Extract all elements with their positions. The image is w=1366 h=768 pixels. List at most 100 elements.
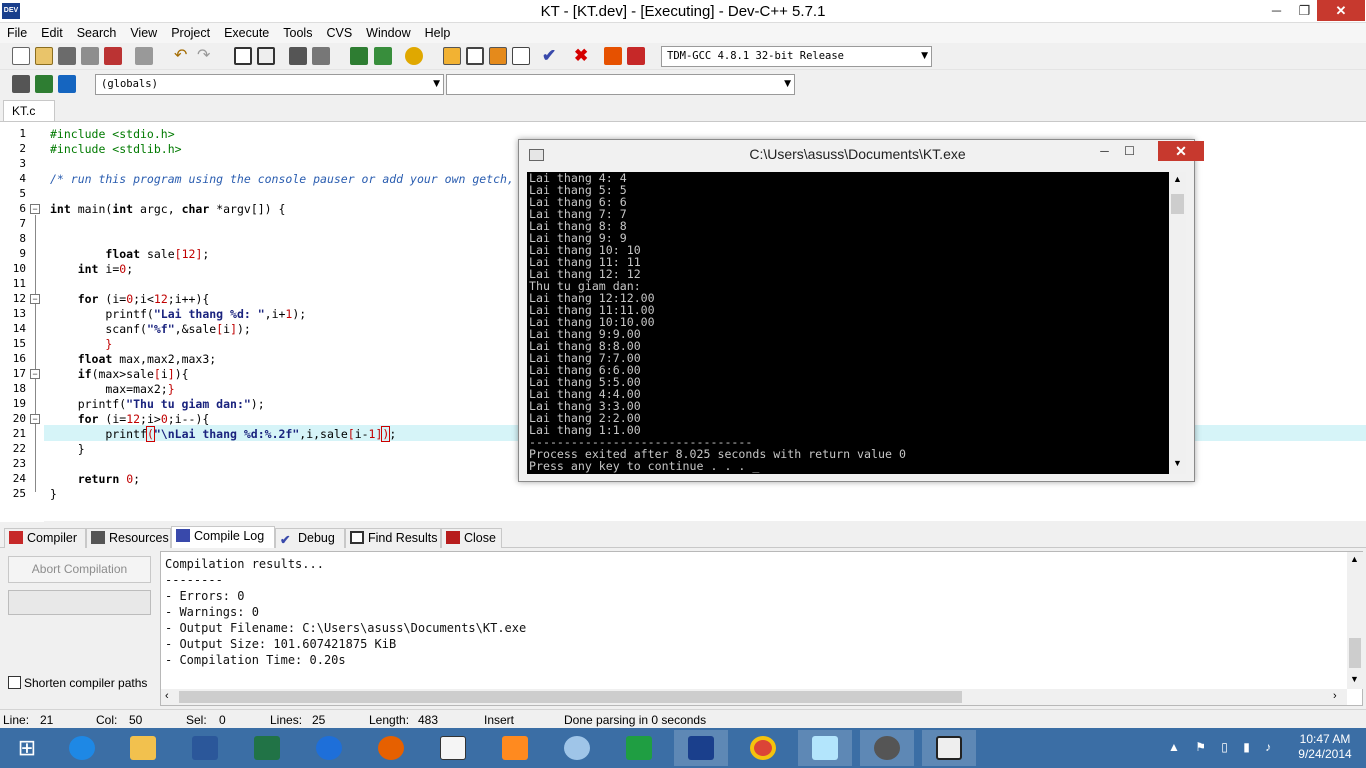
console-close-button[interactable]: ✕: [1158, 141, 1204, 161]
code-line[interactable]: #include <stdlib.h>: [50, 142, 182, 156]
tab-find-results[interactable]: Find Results: [345, 528, 441, 548]
log-scroll-thumb[interactable]: [1349, 638, 1361, 668]
close-button[interactable]: ✕: [1317, 0, 1365, 21]
taskbar-devcpp[interactable]: [674, 730, 728, 766]
menu-tools[interactable]: Tools: [276, 23, 319, 43]
compile-run-icon[interactable]: [489, 47, 507, 65]
remove-from-project-icon[interactable]: [374, 47, 392, 65]
clock[interactable]: 10:47 AM 9/24/2014: [1288, 732, 1362, 762]
start-button[interactable]: ⊞: [0, 730, 54, 766]
profile-icon[interactable]: [604, 47, 622, 65]
indent-icon[interactable]: [289, 47, 307, 65]
open-file-icon[interactable]: [35, 47, 53, 65]
code-line[interactable]: float max,max2,max3;: [50, 352, 216, 366]
find-icon[interactable]: [234, 47, 252, 65]
taskbar-app-blue[interactable]: [302, 730, 356, 766]
code-line[interactable]: float sale[12];: [50, 247, 209, 261]
menu-cvs[interactable]: CVS: [319, 23, 359, 43]
taskbar-app-note[interactable]: [798, 730, 852, 766]
undo-icon[interactable]: ↶: [174, 47, 192, 65]
taskbar-firefox[interactable]: [364, 730, 418, 766]
system-tray[interactable]: ▲ ⚑ ▯ ▮ ♪: [1168, 740, 1277, 754]
taskbar-steam[interactable]: [860, 730, 914, 766]
taskbar-word[interactable]: [178, 730, 232, 766]
code-line[interactable]: #include <stdio.h>: [50, 127, 175, 141]
code-line[interactable]: }: [50, 487, 57, 501]
code-line[interactable]: return 0;: [50, 472, 140, 486]
checkbox-box[interactable]: [8, 676, 21, 689]
console-maximize-button[interactable]: ☐: [1115, 140, 1144, 162]
close-file-icon[interactable]: [104, 47, 122, 65]
console-scrollbar[interactable]: ▲ ▼: [1169, 172, 1186, 474]
console-output[interactable]: Lai thang 4: 4 Lai thang 5: 5 Lai thang …: [527, 172, 1169, 474]
menu-project[interactable]: Project: [164, 23, 217, 43]
taskbar-store[interactable]: [612, 730, 666, 766]
scope-select[interactable]: (globals) ▼: [95, 74, 444, 95]
compile-icon[interactable]: [443, 47, 461, 65]
save-icon[interactable]: [58, 47, 76, 65]
taskbar-chrome[interactable]: [736, 730, 790, 766]
menu-execute[interactable]: Execute: [217, 23, 276, 43]
taskbar-app-doc[interactable]: [426, 730, 480, 766]
taskbar-ie[interactable]: [55, 730, 109, 766]
log-hscroll-thumb[interactable]: [179, 691, 962, 703]
unindent-icon[interactable]: [312, 47, 330, 65]
rebuild-icon[interactable]: [512, 47, 530, 65]
menu-edit[interactable]: Edit: [34, 23, 70, 43]
taskbar-paint[interactable]: [550, 730, 604, 766]
code-line[interactable]: }: [50, 442, 85, 456]
taskbar-console[interactable]: [922, 730, 976, 766]
code-line[interactable]: printf("\nLai thang %d:%.2f",i,sale[i-1]…: [50, 426, 396, 442]
syntax-check-icon[interactable]: ✔: [542, 47, 560, 65]
tab-close[interactable]: Close: [441, 528, 502, 548]
compiler-select[interactable]: TDM-GCC 4.8.1 32-bit Release ▼: [661, 46, 932, 67]
chevron-up-icon[interactable]: ▲: [1173, 174, 1182, 184]
tab-kt-c[interactable]: KT.c: [3, 100, 55, 121]
minimize-button[interactable]: ─: [1262, 0, 1291, 21]
compile-log-output[interactable]: Compilation results... -------- - Errors…: [160, 551, 1363, 706]
redo-icon[interactable]: ↷: [197, 47, 215, 65]
code-line[interactable]: for (i=12;i>0;i--){: [50, 412, 210, 426]
tab-compiler[interactable]: Compiler: [4, 528, 86, 548]
chevron-left-icon[interactable]: ‹: [165, 690, 169, 702]
shorten-paths-checkbox[interactable]: Shorten compiler paths: [8, 676, 147, 690]
console-window[interactable]: C:\Users\asuss\Documents\KT.exe ─ ☐ ✕ La…: [518, 139, 1204, 482]
log-horizontal-scrollbar[interactable]: ‹ ›: [161, 689, 1347, 705]
fold-toggle-icon[interactable]: −: [30, 414, 40, 424]
code-line[interactable]: printf("Lai thang %d: ",i+1);: [50, 307, 306, 321]
print-icon[interactable]: [135, 47, 153, 65]
code-line[interactable]: for (i=0;i<12;i++){: [50, 292, 210, 306]
toggle-bookmark-icon[interactable]: [35, 75, 53, 93]
new-file-icon[interactable]: [12, 47, 30, 65]
run-icon[interactable]: [466, 47, 484, 65]
code-line[interactable]: /* run this program using the console pa…: [50, 172, 514, 186]
tab-resources[interactable]: Resources: [86, 528, 171, 548]
chevron-up-icon[interactable]: ▲: [1350, 554, 1359, 564]
tab-compile-log[interactable]: Compile Log: [171, 526, 275, 548]
code-line[interactable]: int i=0;: [50, 262, 133, 276]
fold-toggle-icon[interactable]: −: [30, 204, 40, 214]
menu-view[interactable]: View: [123, 23, 164, 43]
chevron-down-icon[interactable]: ▼: [1350, 674, 1359, 684]
code-line[interactable]: }: [50, 337, 112, 351]
chevron-right-icon[interactable]: ›: [1333, 690, 1337, 702]
taskbar-excel[interactable]: [240, 730, 294, 766]
add-to-project-icon[interactable]: [350, 47, 368, 65]
taskbar-explorer[interactable]: [116, 730, 170, 766]
fold-toggle-icon[interactable]: −: [30, 369, 40, 379]
menu-file[interactable]: File: [0, 23, 34, 43]
menu-help[interactable]: Help: [418, 23, 458, 43]
save-all-icon[interactable]: [81, 47, 99, 65]
maximize-button[interactable]: ❐: [1290, 0, 1319, 21]
abort-compilation-button[interactable]: Abort Compilation: [8, 556, 151, 583]
menu-search[interactable]: Search: [70, 23, 124, 43]
stop-execution-icon[interactable]: ✖: [574, 47, 592, 65]
code-line[interactable]: int main(int argc, char *argv[]) {: [50, 202, 285, 216]
console-scroll-thumb[interactable]: [1171, 194, 1184, 214]
code-line[interactable]: scanf("%f",&sale[i]);: [50, 322, 250, 336]
menu-window[interactable]: Window: [359, 23, 417, 43]
code-line[interactable]: max=max2;}: [50, 382, 174, 396]
replace-icon[interactable]: [257, 47, 275, 65]
taskbar-media[interactable]: [488, 730, 542, 766]
code-line[interactable]: if(max>sale[i]){: [50, 367, 189, 381]
